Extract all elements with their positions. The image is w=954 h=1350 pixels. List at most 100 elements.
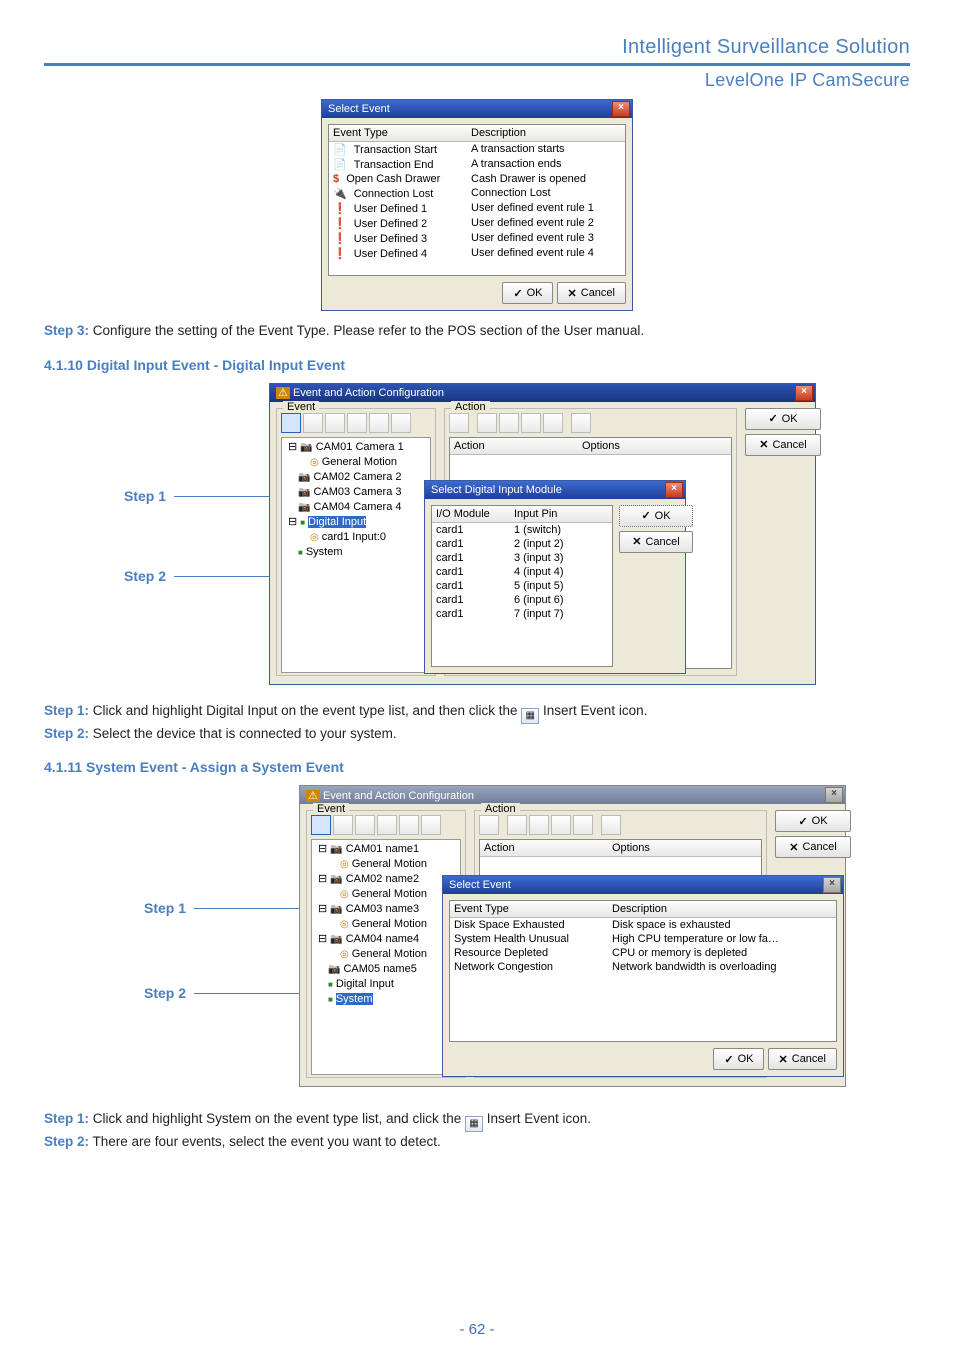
cancel-button[interactable]: Cancel (775, 836, 851, 858)
toolbar-icon[interactable] (391, 413, 411, 433)
toolbar-icon[interactable] (421, 815, 441, 835)
close-icon[interactable]: × (665, 482, 683, 498)
list-item[interactable]: card14 (input 4) (432, 565, 612, 579)
toolbar-icon[interactable] (477, 413, 497, 433)
ok-button[interactable]: OK (775, 810, 851, 832)
toolbar-icon[interactable] (449, 413, 469, 433)
tree-node[interactable]: ⊟ CAM02 name2 (314, 872, 458, 887)
tree-node[interactable]: General Motion (314, 887, 458, 902)
step1-text-a: Click and highlight Digital Input on the… (89, 703, 521, 718)
tree-node-system[interactable]: System (314, 992, 458, 1007)
list-item[interactable]: $ Open Cash DrawerCash Drawer is opened (329, 172, 625, 186)
list-item[interactable]: ❗ User Defined 3User defined event rule … (329, 231, 625, 246)
config-titlebar[interactable]: ⚠ Event and Action Configuration × (300, 786, 845, 804)
list-item[interactable]: ❗ User Defined 2User defined event rule … (329, 216, 625, 231)
select-event-titlebar[interactable]: Select Event × (322, 100, 632, 118)
toolbar-icon[interactable] (551, 815, 571, 835)
ok-button[interactable]: OK (713, 1048, 764, 1070)
step3-paragraph: Step 3: Configure the setting of the Eve… (44, 321, 910, 341)
insert-event-icon[interactable] (311, 815, 331, 835)
list-item[interactable]: Resource DepletedCPU or memory is deplet… (450, 946, 836, 960)
list-item[interactable]: Network CongestionNetwork bandwidth is o… (450, 960, 836, 974)
header-tagline: Intelligent Surveillance Solution (44, 36, 910, 59)
toolbar-icon[interactable] (333, 815, 353, 835)
select-sys-titlebar[interactable]: Select Event × (443, 876, 843, 894)
cancel-button[interactable]: Cancel (745, 434, 821, 456)
toolbar-icon[interactable] (303, 413, 323, 433)
toolbar-icon[interactable] (325, 413, 345, 433)
list-item[interactable]: ❗ User Defined 4User defined event rule … (329, 246, 625, 261)
tree-node[interactable]: ⊟ CAM03 name3 (314, 902, 458, 917)
callout-step1: Step 1 (124, 488, 166, 504)
figure-digital-input: Step 1 Step 2 ⚠ Event and Action Configu… (44, 383, 910, 693)
tree-node[interactable]: CAM03 Camera 3 (284, 485, 428, 500)
toolbar-icon[interactable] (521, 413, 541, 433)
event-toolbar (281, 413, 431, 433)
event-legend: Event (283, 401, 319, 413)
event-tree[interactable]: ⊟ CAM01 Camera 1 General Motion CAM02 Ca… (281, 437, 431, 673)
insert-event-icon[interactable] (281, 413, 301, 433)
list-item[interactable]: System Health UnusualHigh CPU temperatur… (450, 932, 836, 946)
select-di-titlebar[interactable]: Select Digital Input Module × (425, 481, 685, 499)
list-item[interactable]: card12 (input 2) (432, 537, 612, 551)
tree-node[interactable]: ⊟ CAM01 name1 (314, 842, 458, 857)
tree-node[interactable]: General Motion (314, 917, 458, 932)
event-tree[interactable]: ⊟ CAM01 name1 General Motion ⊟ CAM02 nam… (311, 839, 461, 1075)
toolbar-icon[interactable] (399, 815, 419, 835)
list-item[interactable]: ❗ User Defined 1User defined event rule … (329, 201, 625, 216)
action-legend: Action (481, 803, 520, 815)
toolbar-icon[interactable] (479, 815, 499, 835)
tree-node[interactable]: CAM02 Camera 2 (284, 470, 428, 485)
list-item[interactable]: card16 (input 6) (432, 593, 612, 607)
tree-node[interactable]: card1 Input:0 (284, 530, 428, 545)
list-item[interactable]: 📄 Transaction StartA transaction starts (329, 142, 625, 157)
list-item[interactable]: card13 (input 3) (432, 551, 612, 565)
list-item[interactable]: 🔌 Connection LostConnection Lost (329, 186, 625, 201)
system-event-list[interactable]: Event Type Description Disk Space Exhaus… (449, 900, 837, 1042)
tree-node[interactable]: General Motion (314, 947, 458, 962)
config-titlebar[interactable]: ⚠ Event and Action Configuration × (270, 384, 815, 402)
tree-node[interactable]: General Motion (314, 857, 458, 872)
tree-node[interactable]: General Motion (284, 455, 428, 470)
close-icon[interactable]: × (795, 385, 813, 401)
close-icon[interactable]: × (612, 101, 630, 117)
tree-node[interactable]: ⊟ CAM01 Camera 1 (284, 440, 428, 455)
list-item[interactable]: card17 (input 7) (432, 607, 612, 621)
check-icon (513, 287, 522, 300)
toolbar-icon[interactable] (601, 815, 621, 835)
di-list[interactable]: I/O Module Input Pin card11 (switch) car… (431, 505, 613, 667)
list-item[interactable]: card15 (input 5) (432, 579, 612, 593)
toolbar-icon[interactable] (377, 815, 397, 835)
tree-node[interactable]: CAM05 name5 (314, 962, 458, 977)
toolbar-icon[interactable] (543, 413, 563, 433)
step1-label: Step 1: (44, 1111, 89, 1126)
tree-node[interactable]: ⊟ CAM04 name4 (314, 932, 458, 947)
list-item[interactable]: card11 (switch) (432, 523, 612, 537)
toolbar-icon[interactable] (573, 815, 593, 835)
cancel-button[interactable]: Cancel (768, 1048, 837, 1070)
tree-node-digital-input[interactable]: ⊟ Digital Input (284, 515, 428, 530)
toolbar-icon[interactable] (507, 815, 527, 835)
toolbar-icon[interactable] (529, 815, 549, 835)
ok-button[interactable]: OK (619, 505, 693, 527)
list-item[interactable]: Disk Space ExhaustedDisk space is exhaus… (450, 918, 836, 932)
cancel-button[interactable]: Cancel (619, 531, 693, 553)
toolbar-icon[interactable] (355, 815, 375, 835)
toolbar-icon[interactable] (369, 413, 389, 433)
tree-node-system[interactable]: System (284, 545, 428, 560)
toolbar-icon[interactable] (347, 413, 367, 433)
select-di-body: I/O Module Input Pin card11 (switch) car… (425, 499, 685, 673)
tree-node[interactable]: Digital Input (314, 977, 458, 992)
section4111-steps: Step 1: Click and highlight System on th… (44, 1109, 910, 1152)
cancel-button[interactable]: Cancel (557, 282, 626, 304)
toolbar-icon[interactable] (571, 413, 591, 433)
event-type-list[interactable]: Event Type Description 📄 Transaction Sta… (328, 124, 626, 276)
toolbar-icon[interactable] (499, 413, 519, 433)
close-icon[interactable]: × (823, 877, 841, 893)
list-item[interactable]: 📄 Transaction EndA transaction ends (329, 157, 625, 172)
ok-button[interactable]: OK (502, 282, 553, 304)
step2-label: Step 2: (44, 1134, 89, 1149)
close-icon[interactable]: × (825, 787, 843, 803)
ok-button[interactable]: OK (745, 408, 821, 430)
tree-node[interactable]: CAM04 Camera 4 (284, 500, 428, 515)
